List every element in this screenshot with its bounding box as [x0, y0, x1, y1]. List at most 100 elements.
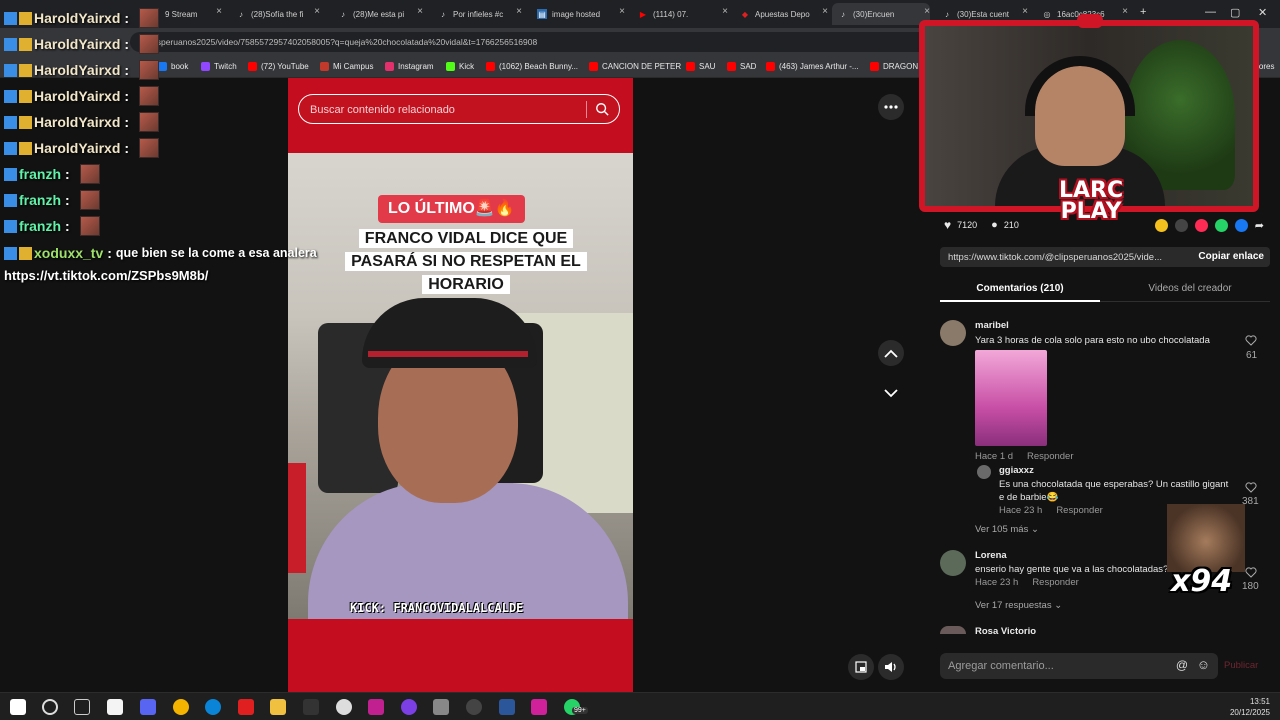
store-icon[interactable]: [107, 699, 123, 715]
like-heart-icon[interactable]: [1245, 566, 1257, 578]
tab-close-icon[interactable]: ×: [516, 6, 522, 17]
avatar[interactable]: [940, 550, 966, 576]
bookmark-label: SAD: [740, 62, 757, 71]
chat-username[interactable]: franzh: [19, 218, 61, 234]
previous-video-button[interactable]: [878, 340, 904, 366]
like-heart-icon[interactable]: [1245, 481, 1257, 493]
copy-link-button[interactable]: Copiar enlace: [1198, 251, 1264, 262]
chat-username[interactable]: HaroldYairxd: [34, 88, 120, 104]
chat-message: franzh:: [4, 189, 100, 211]
search-icon[interactable]: [42, 699, 58, 715]
chat-username[interactable]: HaroldYairxd: [34, 10, 120, 26]
christmas-bow-icon: [1077, 14, 1103, 28]
next-video-button[interactable]: [878, 380, 904, 406]
minimize-icon[interactable]: —: [1205, 6, 1216, 18]
tab-close-icon[interactable]: ×: [619, 6, 625, 17]
chat-text: que bien se la come a esa analera: [115, 246, 317, 260]
chat-username[interactable]: HaroldYairxd: [34, 36, 120, 52]
chat-emote: [139, 138, 160, 158]
system-clock[interactable]: 13:51 20/12/2025: [1230, 696, 1270, 718]
emoji-icon[interactable]: ☺: [1197, 657, 1210, 672]
comment-author[interactable]: maribel: [975, 320, 1225, 331]
instagram-icon: [385, 62, 394, 71]
clock-time: 13:51: [1249, 697, 1270, 706]
calculator-icon[interactable]: [433, 699, 449, 715]
search-icon[interactable]: [595, 102, 609, 116]
video-cap-stripe: [368, 351, 528, 357]
obs-icon[interactable]: [401, 699, 417, 715]
app-icon[interactable]: [238, 699, 254, 715]
tab-label: (30)Esta cuent: [957, 9, 1010, 19]
tab-creator-videos[interactable]: Videos del creador: [1110, 283, 1270, 294]
discord-icon[interactable]: [140, 699, 156, 715]
app-icon[interactable]: [368, 699, 384, 715]
browser-tab[interactable]: ♪ Por infieles #c ×: [438, 3, 522, 25]
tab-close-icon[interactable]: ×: [924, 6, 930, 17]
comment-author[interactable]: ggiaxxz: [999, 465, 1229, 476]
chat-username[interactable]: HaroldYairxd: [34, 62, 120, 78]
tab-close-icon[interactable]: ×: [822, 6, 828, 17]
chat-username[interactable]: HaroldYairxd: [34, 140, 120, 156]
windows-start-icon[interactable]: [10, 699, 26, 715]
restore-icon[interactable]: ▢: [1230, 6, 1240, 19]
reply-button[interactable]: Responder: [1027, 451, 1073, 462]
tab-close-icon[interactable]: ×: [722, 6, 728, 17]
bookmark-item[interactable]: Kick: [446, 62, 474, 71]
view-more-replies[interactable]: Ver 17 respuestas ⌄: [975, 600, 1062, 611]
browser-tab[interactable]: ◆ Apuestas Depo ×: [740, 3, 828, 25]
bookmark-item[interactable]: (1062) Beach Bunny...: [486, 62, 578, 71]
video-link-url[interactable]: https://www.tiktok.com/@clipsperuanos202…: [948, 252, 1178, 263]
tab-close-icon[interactable]: ×: [417, 6, 423, 17]
task-view-icon[interactable]: [74, 699, 90, 715]
volume-button[interactable]: [878, 654, 904, 680]
word-icon[interactable]: [499, 699, 515, 715]
close-window-icon[interactable]: ✕: [1258, 6, 1267, 19]
post-comment-button[interactable]: Publicar: [1224, 660, 1258, 671]
app-icon[interactable]: [531, 699, 547, 715]
comment-input[interactable]: Agregar comentario... @ ☺: [940, 653, 1218, 679]
search-divider: [586, 101, 587, 118]
chat-username[interactable]: franzh: [19, 192, 61, 208]
tab-comments[interactable]: Comentarios (210): [940, 283, 1100, 294]
avatar[interactable]: [977, 465, 991, 479]
chat-username[interactable]: franzh: [19, 166, 61, 182]
bookmark-item[interactable]: (463) James Arthur -...: [766, 62, 859, 71]
image-icon: ▤: [537, 9, 547, 19]
browser-tab[interactable]: ▤ image hosted ×: [537, 3, 625, 25]
meme-face-image: [1167, 504, 1245, 572]
bookmark-item[interactable]: SAD: [727, 62, 756, 71]
video-red-object: [288, 463, 306, 573]
like-heart-icon[interactable]: [1245, 334, 1257, 346]
comment-image[interactable]: [975, 350, 1047, 446]
chat-message: HaroldYairxd:: [4, 7, 160, 29]
tab-close-icon[interactable]: ×: [1122, 6, 1128, 17]
comment-like-count: 61: [1246, 350, 1258, 361]
folder-icon[interactable]: [270, 699, 286, 715]
bookmark-item[interactable]: SAU: [686, 62, 715, 71]
mention-icon[interactable]: @: [1176, 658, 1188, 672]
reply-button[interactable]: Responder: [1032, 577, 1078, 588]
comment-author[interactable]: Rosa Victorio: [975, 626, 1036, 637]
browser-tab-active[interactable]: ♪ (30)Encuen ×: [832, 3, 930, 25]
edge-icon[interactable]: [205, 699, 221, 715]
app-icon[interactable]: [466, 699, 482, 715]
chrome-icon[interactable]: [173, 699, 189, 715]
chat-username[interactable]: xoduxx_tv: [34, 245, 103, 261]
chat-username[interactable]: HaroldYairxd: [34, 114, 120, 130]
browser-tab[interactable]: ▶ (1114) 07. ×: [638, 3, 728, 25]
comment-placeholder: Agregar comentario...: [948, 660, 1054, 672]
view-more-replies[interactable]: Ver 105 más ⌄: [975, 524, 1039, 535]
more-options-button[interactable]: [878, 94, 904, 120]
bookmark-item[interactable]: Instagram: [385, 62, 434, 71]
reply-button[interactable]: Responder: [1056, 505, 1102, 516]
floating-player-button[interactable]: [848, 654, 874, 680]
chat-link[interactable]: https://vt.tiktok.com/ZSPbs9M8b/: [4, 264, 208, 286]
tab-close-icon[interactable]: ×: [1022, 6, 1028, 17]
avatar[interactable]: [940, 626, 966, 634]
avatar[interactable]: [940, 320, 966, 346]
app-icon[interactable]: [336, 699, 352, 715]
app-icon[interactable]: [303, 699, 319, 715]
new-tab-icon[interactable]: +: [1140, 6, 1146, 18]
crown-badge-icon: [19, 89, 32, 103]
bookmark-item[interactable]: CANCION DE PETER: [589, 62, 681, 71]
